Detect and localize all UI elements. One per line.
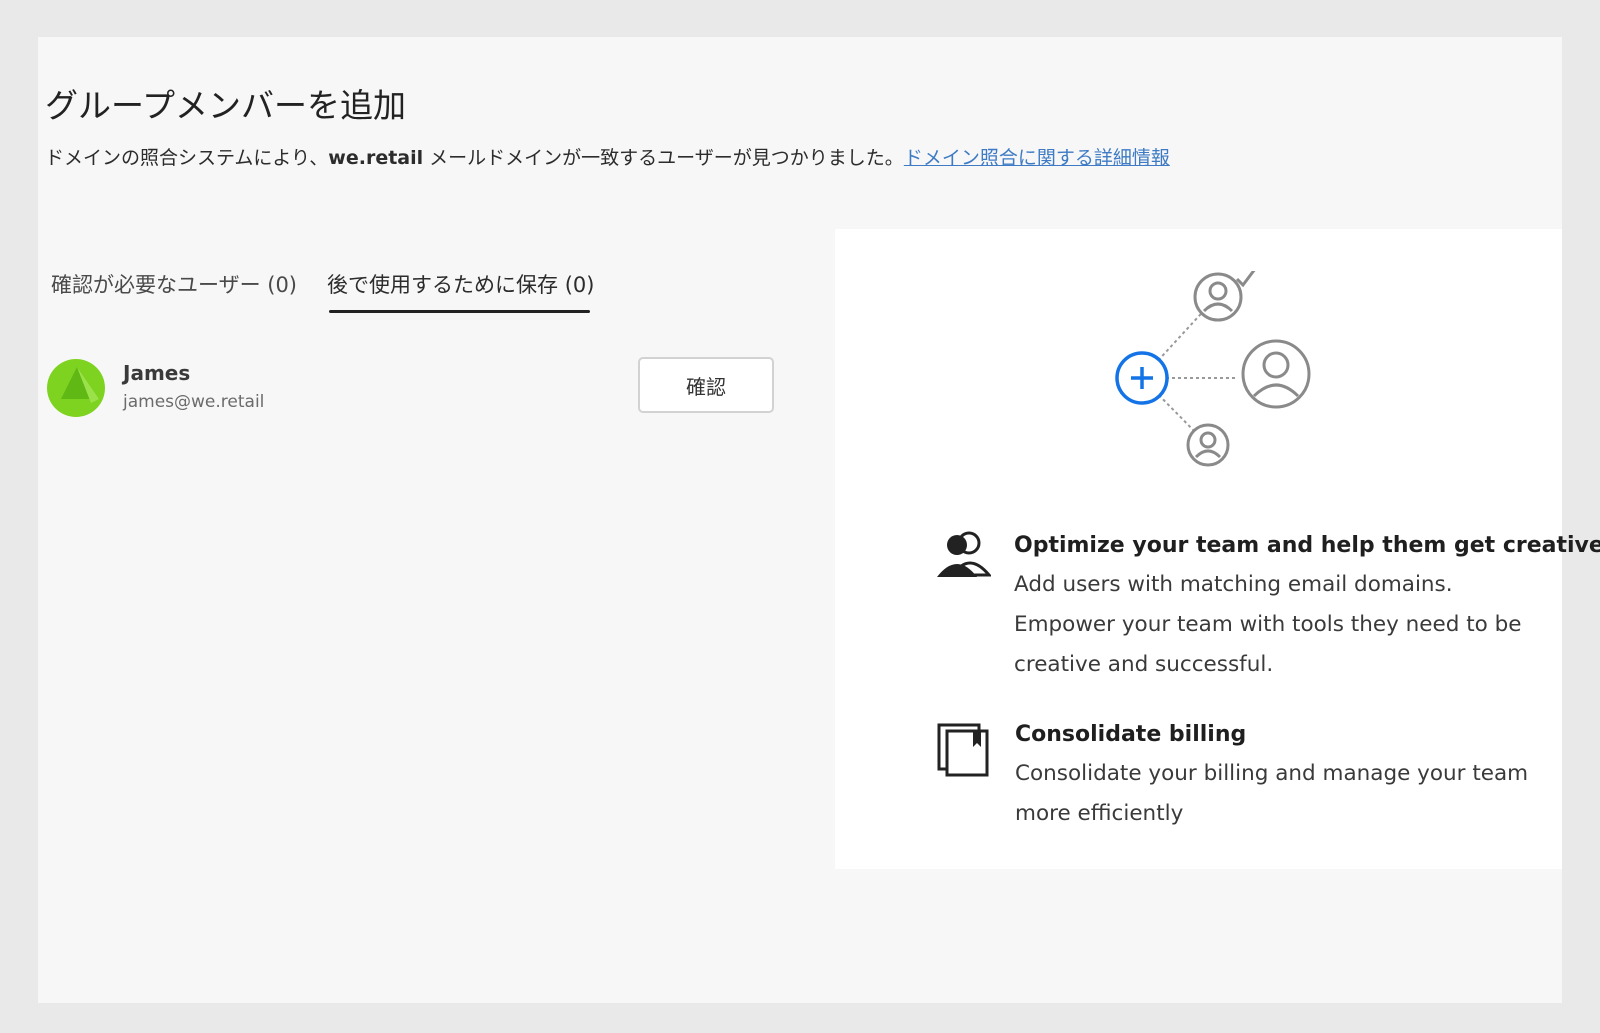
user-tabs: 確認が必要なユーザー (0) 後で使用するために保存 (0)	[51, 269, 594, 313]
learn-more-link[interactable]: ドメイン照合に関する詳細情報	[904, 147, 1170, 169]
domain-match-description: ドメインの照合システムにより、we.retail メールドメインが一致するユーザ…	[45, 143, 1170, 170]
page-title: グループメンバーを追加	[45, 86, 407, 125]
confirm-button[interactable]: 確認	[638, 357, 774, 413]
feature-optimize-team: Optimize your team and help them get cre…	[935, 529, 1600, 689]
feature-description: Add users with matching email domains. E…	[1014, 572, 1522, 677]
info-panel: Optimize your team and help them get cre…	[835, 229, 1600, 869]
feature-description: Consolidate your billing and manage your…	[1015, 761, 1529, 826]
billing-icon	[937, 723, 989, 777]
add-users-illustration-icon	[1115, 271, 1311, 467]
feature-consolidate-billing: Consolidate billing Consolidate your bil…	[935, 721, 1555, 841]
subtitle-suffix: メールドメインが一致するユーザーが見つかりました。	[423, 147, 904, 169]
subtitle-prefix: ドメインの照合システムにより、	[45, 147, 329, 169]
feature-title: Consolidate billing	[1015, 722, 1247, 747]
tab-needs-review[interactable]: 確認が必要なユーザー (0)	[51, 269, 297, 313]
avatar-shape-icon	[61, 367, 99, 403]
feature-title: Optimize your team and help them get cre…	[1014, 533, 1600, 558]
user-email: james@we.retail	[123, 392, 265, 412]
user-name: James	[123, 361, 191, 385]
team-icon	[937, 531, 991, 577]
tab-saved-for-later[interactable]: 後で使用するために保存 (0)	[327, 269, 594, 313]
matched-domain: we.retail	[328, 147, 424, 169]
add-group-members-card: グループメンバーを追加 ドメインの照合システムにより、we.retail メール…	[38, 37, 1600, 1003]
user-list-item: James james@we.retail 確認	[47, 357, 774, 421]
avatar	[47, 359, 105, 417]
